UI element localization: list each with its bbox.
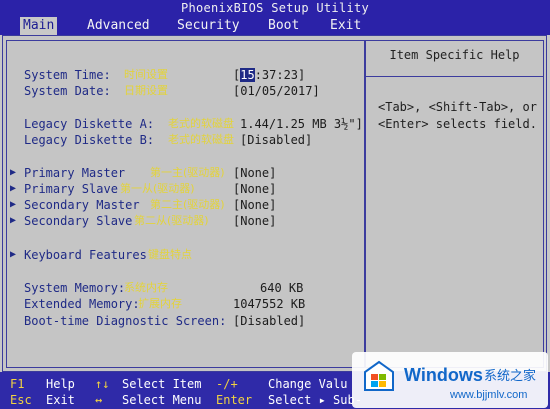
submenu-triangle-icon: ▶ [10,167,17,178]
help-line-2: <Enter> selects field. [378,117,537,131]
system-time-row[interactable]: System Time: [24,68,111,82]
boot-diagnostic-label[interactable]: Boot-time Diagnostic Screen: [24,314,226,328]
primary-slave-cn: 第一从(驱动器) [120,182,195,195]
menu-security[interactable]: Security [174,17,243,35]
system-memory-value: 640 KB [260,281,304,295]
legacy-b-label[interactable]: Legacy Diskette B: [24,133,154,147]
primary-slave-value[interactable]: [None] [233,182,276,196]
legacy-a-label[interactable]: Legacy Diskette A: [24,117,154,131]
system-memory-label: System Memory: [24,281,126,295]
title-bar: PhoenixBIOS Setup Utility [0,0,550,17]
primary-master-cn: 第一主(驱动器) [150,166,225,179]
system-date-value[interactable]: [01/05/2017] [233,84,320,98]
primary-master-value[interactable]: [None] [233,166,276,180]
menu-main[interactable]: Main [20,17,58,35]
keyboard-features-label[interactable]: Keyboard Features [24,248,147,262]
help-panel [365,40,544,368]
keyboard-features-cn: 键盘特点 [148,248,192,261]
arrows-updown-icon: ↑↓ [95,377,110,391]
menu-boot[interactable]: Boot [265,17,302,35]
system-time-hour[interactable]: 15 [240,68,255,82]
key-select-item-label: Select Item [122,377,202,391]
legacy-b-value[interactable]: [Disabled] [240,133,312,147]
watermark: Windows 系统之家 www.bjjmlv.com [352,352,548,408]
help-separator [365,76,544,77]
system-memory-cn: 系统内存 [124,281,168,294]
menu-exit[interactable]: Exit [327,17,364,35]
system-date-cn: 日期设置 [124,84,168,97]
legacy-a-value[interactable]: 1.44/1.25 MB 3½"] [240,117,363,131]
windows-logo-icon [364,360,394,391]
system-time-rest: :37:23] [254,68,306,82]
key-select-sub-label: Select ▸ Sub- [268,393,362,407]
legacy-b-cn: 老式的软磁盘 [168,133,234,146]
key-exit-label: Exit [46,393,75,407]
extended-memory-cn: 扩展内存 [138,297,182,310]
arrows-leftright-icon: ↔ [95,393,103,407]
help-title: Item Specific Help [389,48,520,62]
watermark-cn: 系统之家 [484,369,537,384]
key-select-menu-label: Select Menu [122,393,202,407]
secondary-master-value[interactable]: [None] [233,198,276,212]
watermark-url: www.bjjmlv.com [450,389,528,401]
submenu-triangle-icon: ▶ [10,215,17,226]
watermark-brand: Windows [404,365,483,385]
menu-bar: Main Advanced Security Boot Exit [0,17,550,35]
key-minus-plus: -/+ [216,377,238,391]
secondary-master-label[interactable]: Secondary Master [24,198,140,212]
secondary-slave-cn: 第二从(驱动器) [134,214,209,227]
key-help-label: Help [46,377,75,391]
help-text: <Tab>, <Shift-Tab>, or <Enter> selects f… [378,99,538,133]
help-line-1: <Tab>, <Shift-Tab>, or [378,100,537,114]
legacy-a-cn: 老式的软磁盘 [168,117,234,130]
system-date-label[interactable]: System Date: [24,84,111,98]
system-time-label: System Time: [24,68,111,82]
key-f1: F1 [10,377,25,391]
submenu-triangle-icon: ▶ [10,183,17,194]
extended-memory-value: 1047552 KB [233,297,306,311]
menu-advanced[interactable]: Advanced [84,17,153,35]
secondary-slave-label[interactable]: Secondary Slave [24,214,132,228]
key-esc: Esc [10,393,32,407]
extended-memory-label: Extended Memory: [24,297,140,311]
system-time-cn: 时间设置 [124,68,168,81]
submenu-triangle-icon: ▶ [10,249,17,260]
submenu-triangle-icon: ▶ [10,199,17,210]
key-change-values-label: Change Valu [268,377,348,391]
secondary-slave-value[interactable]: [None] [233,214,276,228]
boot-diagnostic-value[interactable]: [Disabled] [233,314,305,328]
primary-slave-label[interactable]: Primary Slave [24,182,118,196]
key-enter: Enter [216,393,253,407]
primary-master-label[interactable]: Primary Master [24,166,125,180]
system-time-value[interactable]: [15:37:23] [233,68,305,82]
secondary-master-cn: 第二主(驱动器) [150,198,225,211]
